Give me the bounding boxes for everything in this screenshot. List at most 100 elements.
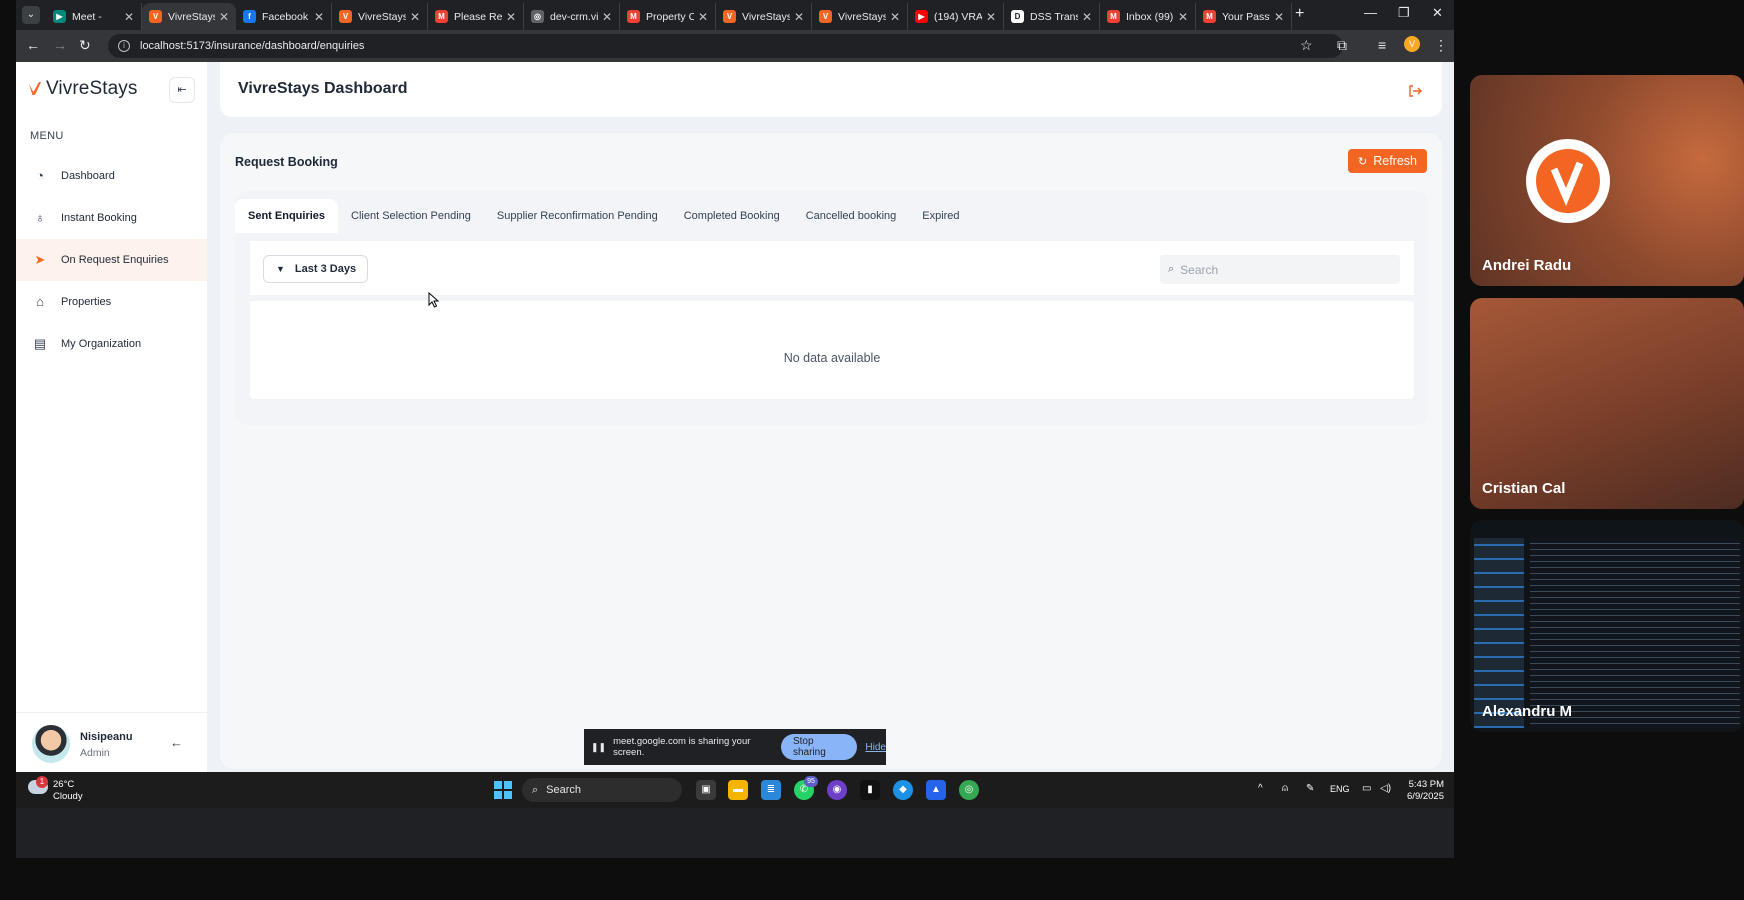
tab-client-selection-pending[interactable]: Client Selection Pending [338,199,484,233]
tab-close-icon[interactable]: ✕ [124,10,134,24]
github-icon[interactable]: ◉ [827,780,847,800]
tab-close-icon[interactable]: ✕ [698,10,708,24]
browser-tab[interactable]: M Please Rec ✕ [428,3,524,30]
tab-title: Facebook [262,10,309,23]
chrome-icon[interactable]: ◎ [959,780,979,800]
browser-tab[interactable]: ▶ (194) VRA ✕ [908,3,1004,30]
restore-icon[interactable]: ❐ [1398,5,1410,21]
profile-icon[interactable]: V [1404,36,1420,52]
tab-title: (194) VRA [934,10,982,23]
close-window-icon[interactable]: ✕ [1432,5,1443,21]
browser-tab[interactable]: M Inbox (99) ✕ [1100,3,1196,30]
volume-icon[interactable]: ◁) [1380,783,1391,794]
notepad-icon[interactable]: ≣ [761,780,781,800]
tab-close-icon[interactable]: ✕ [602,10,612,24]
browser-tab[interactable]: ▶ Meet - ✕ [46,3,142,30]
tab-expired[interactable]: Expired [909,199,972,233]
collapse-sidebar-button[interactable]: ⇤ [169,77,195,103]
reload-icon[interactable]: ↻ [79,37,91,54]
new-tab-icon[interactable]: + [1295,5,1304,23]
media-icon[interactable]: ≡ [1378,37,1386,53]
chevron-up-icon[interactable]: ^ [1258,783,1263,794]
forward-icon[interactable]: → [53,37,67,53]
tab-sent-enquiries[interactable]: Sent Enquiries [235,199,339,233]
browser-tab[interactable]: D DSS Trans ✕ [1004,3,1100,30]
taskbar-search[interactable]: ⌕ Search [522,778,682,802]
clock-time[interactable]: 5:43 PM [1392,779,1444,790]
hide-link[interactable]: Hide [865,742,886,753]
gmail-icon: M [1203,10,1216,23]
pen-icon[interactable]: ✎ [1306,783,1314,794]
tab-close-icon[interactable]: ✕ [986,10,996,24]
clock-date[interactable]: 6/9/2025 [1392,791,1444,802]
menu-kebab-icon[interactable]: ⋮ [1434,37,1448,54]
microphone-icon[interactable]: ⍝ [1282,783,1288,794]
tab-close-icon[interactable]: ✕ [1082,10,1092,24]
windows-start-icon[interactable] [494,781,512,799]
browser-tab[interactable]: f Facebook ✕ [236,3,332,30]
sidebar-item-instant-booking[interactable]: ♁ Instant Booking [16,197,207,239]
sidebar-item-on-request-enquiries[interactable]: ➤ On Request Enquiries [16,239,207,281]
sidebar-item-properties[interactable]: ⌂ Properties [16,281,207,323]
extensions-icon[interactable]: ⧉ [1337,37,1347,54]
browser-tab[interactable]: V VivreStays ✕ [716,3,812,30]
tab-close-icon[interactable]: ✕ [1274,10,1284,24]
refresh-button[interactable]: ↻ Refresh [1348,149,1427,173]
youtube-icon: ▶ [915,10,928,23]
logout-icon[interactable] [1407,83,1423,99]
browser-tab[interactable]: V VivreStays ✕ [812,3,908,30]
tab-supplier-reconfirmation-pending[interactable]: Supplier Reconfirmation Pending [484,199,671,233]
photos-icon[interactable]: ▲ [926,780,946,800]
address-bar[interactable]: i localhost:5173/insurance/dashboard/enq… [108,34,1343,58]
mouse-cursor-icon [428,292,440,308]
tab-close-icon[interactable]: ✕ [314,10,324,24]
sidebar-item-label: Instant Booking [61,212,137,224]
tab-title: VivreStays [742,10,790,23]
avatar[interactable] [32,725,70,763]
bookmark-star-icon[interactable]: ☆ [1300,37,1313,54]
tab-title: dev-crm.vi [550,10,598,23]
vivrestays-icon: V [339,10,352,23]
browser-tab[interactable]: V VivreStays ✕ [332,3,428,30]
brand-name: VivreStays [46,78,138,99]
stop-sharing-button[interactable]: Stop sharing [780,734,858,760]
docker-icon[interactable]: ◆ [893,780,913,800]
file-explorer-icon[interactable]: ▬ [728,780,748,800]
language-indicator[interactable]: ENG [1330,784,1350,794]
share-status-text: meet.google.com is sharing your screen. [613,736,751,758]
tab-completed-booking[interactable]: Completed Booking [671,199,793,233]
participant-tile-screenshare[interactable]: Alexandru M [1470,520,1744,732]
weather-temp: 26°C [53,779,75,790]
tab-close-icon[interactable]: ✕ [410,10,420,24]
browser-tab[interactable]: ◎ dev-crm.vi ✕ [524,3,620,30]
sidebar-item-my-organization[interactable]: ▤ My Organization [16,323,207,365]
building-icon: ▤ [33,336,47,351]
gmail-icon: M [627,10,640,23]
browser-tab-active[interactable]: V VivreStays ✕ [142,3,236,30]
site-info-icon[interactable]: i [118,40,130,52]
participant-tile[interactable]: Cristian Cal [1470,298,1744,509]
display-icon[interactable]: ▭ [1362,783,1371,794]
browser-tab[interactable]: M Your Passw ✕ [1196,3,1292,30]
tab-close-icon[interactable]: ✕ [219,10,229,24]
task-view-icon[interactable]: ▣ [696,780,716,800]
tab-close-icon[interactable]: ✕ [1178,10,1188,24]
chevron-down-icon: ▼ [276,264,285,274]
search-input[interactable] [1180,262,1381,277]
weather-desc: Cloudy [53,791,83,802]
brand-logo[interactable]: VivreStays [28,78,137,100]
back-icon[interactable]: ← [26,37,40,53]
arrow-left-icon[interactable]: ← [170,735,183,750]
tab-close-icon[interactable]: ✕ [794,10,804,24]
sidebar-item-dashboard[interactable]: ◔ Dashboard [16,155,207,197]
terminal-icon[interactable]: ▮ [860,780,880,800]
participant-tile[interactable]: Andrei Radu [1470,75,1744,286]
tab-search-button[interactable]: ⌄ [22,6,40,24]
tab-cancelled-booking[interactable]: Cancelled booking [793,199,910,233]
sidebar-item-label: Properties [61,296,112,308]
minimize-icon[interactable]: — [1364,5,1377,20]
date-range-dropdown[interactable]: ▼ Last 3 Days [263,255,368,283]
tab-close-icon[interactable]: ✕ [890,10,900,24]
browser-tab[interactable]: M Property C ✕ [620,3,716,30]
tab-close-icon[interactable]: ✕ [506,10,516,24]
